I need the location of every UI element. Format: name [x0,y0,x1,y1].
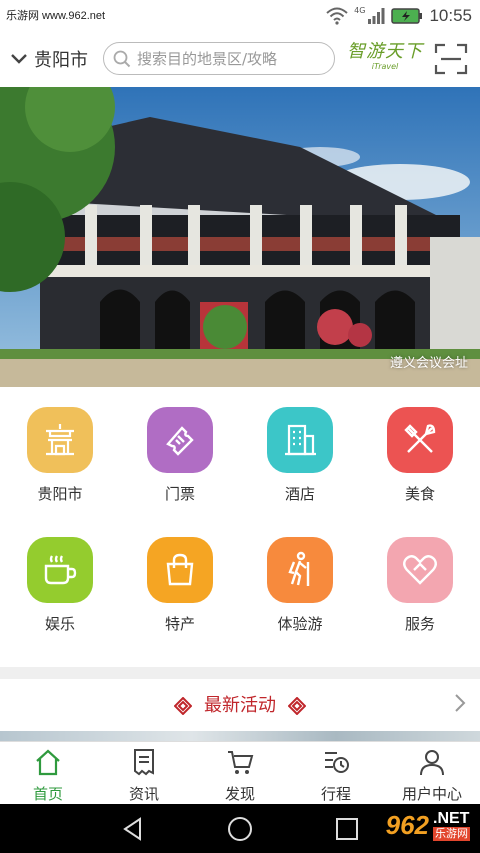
back-icon[interactable] [120,816,146,842]
home-circle-icon[interactable] [227,816,253,842]
category-label: 娱乐 [44,615,75,633]
banner-carousel[interactable]: 遵义会议会址 [0,87,480,387]
battery-icon [391,8,423,24]
news-icon [134,749,154,776]
tab-home[interactable]: 首页 [0,742,96,804]
tab-label: 发现 [224,785,255,803]
category-grid: 贵阳市 门票 酒店 美食 娱乐 特产 体验游 服务 [0,387,480,667]
section-divider [0,667,480,679]
activity-title-row: 最新活动 [0,691,480,717]
category-experience[interactable]: 体验游 [240,517,360,647]
tab-discover[interactable]: 发现 [192,742,288,804]
search-placeholder: 搜索目的地景区/攻略 [137,50,278,68]
recents-icon[interactable] [334,816,360,842]
watermark-sub: 乐游网 [433,826,470,841]
status-icons: 4G 10:55 [326,4,472,28]
category-label: 门票 [164,485,195,503]
category-city[interactable]: 贵阳市 [0,387,120,517]
coffee-cup-icon [27,537,93,603]
tab-label: 行程 [320,785,351,803]
watermark-suffix: .NET [433,809,470,827]
home-icon [36,749,60,776]
tab-label: 资讯 [128,785,159,803]
clock: 10:55 [429,6,472,25]
city-label: 贵阳市 [34,50,88,71]
ticket-icon [147,407,213,473]
activity-title: 最新活动 [204,695,276,716]
watermark-number: 962 [385,810,429,840]
chevron-right-icon[interactable] [454,693,466,713]
category-specialty[interactable]: 特产 [120,517,240,647]
fork-knife-icon [387,407,453,473]
itinerary-icon [325,752,349,773]
category-label: 体验游 [277,615,323,633]
cart-icon [228,751,254,774]
status-bar: 乐游网 www.962.net 4G 10:55 [0,0,480,32]
hotel-building-icon [267,407,333,473]
category-label: 贵阳市 [37,485,83,503]
app-header: 贵阳市 搜索目的地景区/攻略 智游天下 iTravel [0,32,480,87]
site-watermark: 乐游网 www.962.net [6,10,106,22]
category-entertainment[interactable]: 娱乐 [0,517,120,647]
tab-label: 用户中心 [401,785,462,803]
city-gate-icon [27,407,93,473]
category-tickets[interactable]: 门票 [120,387,240,517]
city-selector[interactable]: 贵阳市 [10,46,88,72]
signal-icon [368,8,385,24]
bottom-tab-bar: 首页 资讯 发现 行程 用户中心 [0,741,480,804]
search-input[interactable]: 搜索目的地景区/攻略 [103,42,335,75]
brand-logo-en: iTravel [371,62,399,71]
tab-news[interactable]: 资讯 [96,742,192,804]
category-food[interactable]: 美食 [360,387,480,517]
wifi-icon [326,7,348,25]
tab-label: 首页 [32,785,63,803]
system-nav-bar: 962 .NET 乐游网 [0,804,480,853]
tab-itinerary[interactable]: 行程 [288,742,384,804]
scan-qr-icon[interactable] [434,43,468,75]
heart-icon [387,537,453,603]
shopping-bag-icon [147,537,213,603]
banner-caption: 遵义会议会址 [389,356,468,371]
banner-image [0,87,480,387]
category-label: 酒店 [284,485,315,503]
search-icon [113,50,131,67]
category-service[interactable]: 服务 [360,517,480,647]
brand-logo-cn: 智游天下 [347,41,423,62]
latest-activity-header[interactable]: 最新活动 [0,679,480,731]
chevron-down-icon [11,54,27,64]
hiker-icon [267,537,333,603]
brand-logo: 智游天下 iTravel [346,41,424,77]
bottom-watermark: 962 .NET 乐游网 [386,810,470,841]
network-type: 4G [354,5,366,15]
category-label: 特产 [164,615,195,633]
knot-ornament-icon [174,697,193,715]
tab-user-center[interactable]: 用户中心 [384,742,480,804]
category-hotel[interactable]: 酒店 [240,387,360,517]
category-label: 服务 [404,615,435,633]
user-icon [420,750,444,776]
knot-ornament-icon [287,697,306,715]
watermark-text: .NET 乐游网 [433,809,470,841]
category-label: 美食 [404,485,435,503]
